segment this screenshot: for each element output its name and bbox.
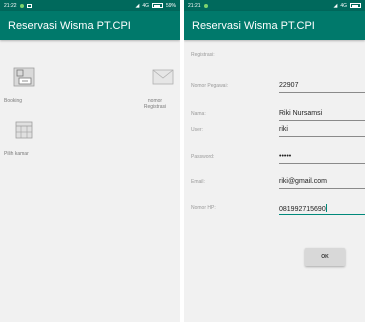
- choose-room-menu-item[interactable]: Pilih kamar: [4, 120, 64, 157]
- registration-number-menu-item[interactable]: nomor Registrasi: [125, 67, 180, 110]
- phone-label: Nomor HP:: [191, 205, 216, 211]
- status-time: 21:21: [188, 2, 201, 9]
- battery-level: 59%: [165, 2, 176, 9]
- status-bar: 21:22 ◢ 4G 59%: [0, 0, 180, 11]
- main-menu-screen: 21:22 ◢ 4G 59% Reservasi Wisma PT.CPI Bo…: [0, 0, 180, 322]
- app-bar: Reservasi Wisma PT.CPI: [0, 11, 180, 40]
- user-row: User: riki: [191, 123, 365, 137]
- booking-menu-item[interactable]: Booking: [4, 67, 64, 104]
- email-label: Email:: [191, 179, 205, 185]
- password-row: Password: •••••: [191, 150, 365, 164]
- email-input[interactable]: riki@gmail.com: [279, 175, 365, 189]
- app-title: Reservasi Wisma PT.CPI: [8, 19, 131, 32]
- status-time: 21:22: [4, 2, 17, 9]
- name-row: Nama: Riki Nursamsi: [191, 107, 365, 121]
- user-label: User:: [191, 127, 203, 133]
- signal-icon: ◢: [135, 2, 140, 9]
- battery-icon: [151, 3, 163, 8]
- phone-input[interactable]: 081992715690: [279, 201, 365, 215]
- registration-screen: 21:21 ◢ 4G Reservasi Wisma PT.CPI Regist…: [184, 0, 365, 322]
- phone-value: 081992715690: [279, 206, 326, 213]
- text-cursor: [325, 204, 327, 212]
- name-label: Nama:: [191, 111, 206, 117]
- battery-icon: [350, 3, 361, 8]
- notification-icon: [19, 3, 24, 8]
- employee-number-label: Nomor Pegawai:: [191, 83, 228, 89]
- image-notification-icon: [26, 3, 32, 8]
- registration-number-label: nomor Registrasi: [143, 98, 167, 110]
- app-title: Reservasi Wisma PT.CPI: [192, 19, 315, 32]
- choose-room-label: Pilih kamar: [4, 151, 29, 157]
- app-bar: Reservasi Wisma PT.CPI: [184, 11, 365, 40]
- calendar-icon: [15, 121, 33, 139]
- signal-icon: ◢: [333, 2, 338, 9]
- password-label: Password:: [191, 154, 215, 160]
- user-input[interactable]: riki: [279, 123, 365, 137]
- form-title: Registrasi:: [191, 52, 215, 58]
- email-row: Email: riki@gmail.com: [191, 175, 365, 189]
- phone-row: Nomor HP: 081992715690: [191, 201, 365, 215]
- booking-icon: [13, 67, 35, 87]
- status-bar: 21:21 ◢ 4G: [184, 0, 365, 11]
- notification-icon: [203, 3, 208, 8]
- employee-number-row: Nomor Pegawai: 22907: [191, 79, 365, 93]
- envelope-icon: [152, 69, 174, 85]
- password-input[interactable]: •••••: [279, 150, 365, 164]
- name-input[interactable]: Riki Nursamsi: [279, 107, 365, 121]
- ok-button[interactable]: OK: [305, 248, 345, 266]
- network-type: 4G: [142, 2, 149, 9]
- booking-label: Booking: [4, 98, 23, 104]
- employee-number-input[interactable]: 22907: [279, 79, 365, 93]
- network-type: 4G: [340, 2, 347, 9]
